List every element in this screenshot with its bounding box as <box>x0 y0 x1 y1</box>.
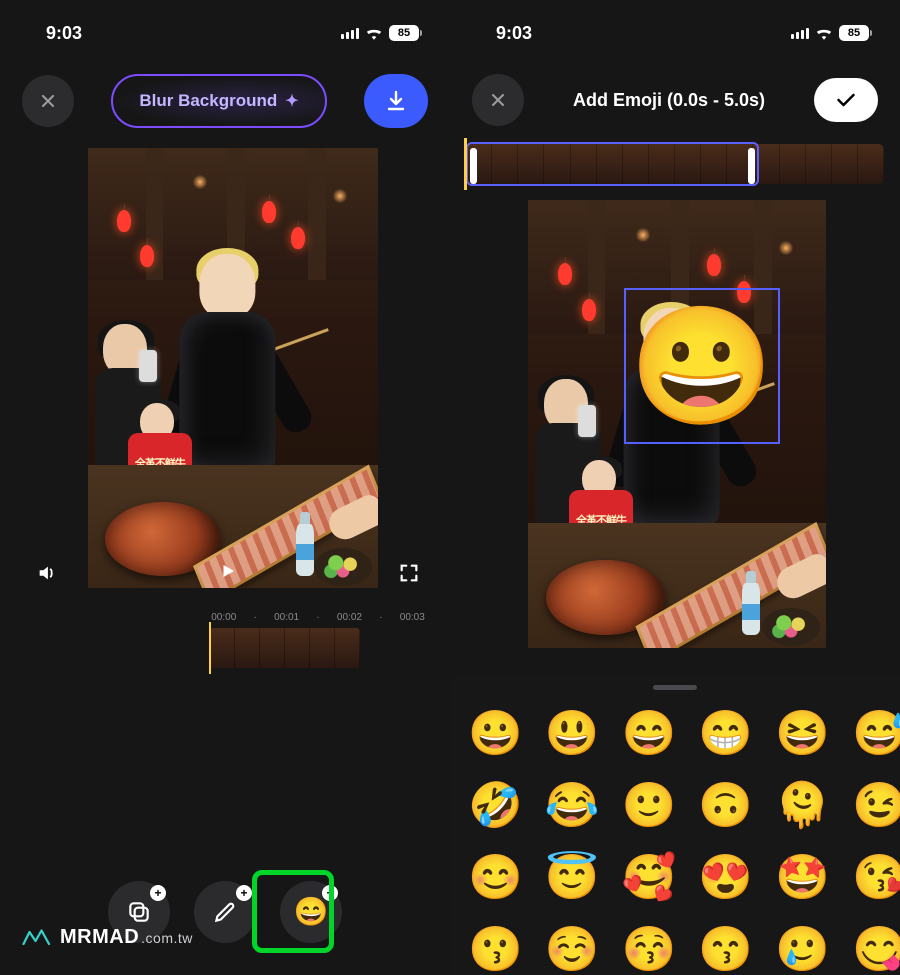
battery-level: 85 <box>839 25 869 41</box>
emoji-grid: 😀 😃 😄 😁 😆 😅 🤣 😂 🙂 🙃 🫠 😉 😊 😇 🥰 😍 🤩 😘 😗 ☺️ 😚 😙 🥲 😋 <box>450 698 900 975</box>
emoji-option[interactable]: 😂 <box>545 780 600 832</box>
emoji-option[interactable]: 😆 <box>775 708 830 760</box>
watermark-sub: .com.tw <box>141 930 193 946</box>
emoji-option[interactable]: 🤣 <box>468 780 523 832</box>
emoji-option[interactable]: 🙃 <box>698 780 753 832</box>
watermark: MRMAD .com.tw <box>22 926 193 949</box>
emoji-option[interactable]: 😊 <box>468 852 523 904</box>
emoji-option[interactable]: 😅 <box>852 708 900 760</box>
status-bar: 9:03 85 <box>450 0 900 56</box>
wifi-icon <box>815 26 833 40</box>
emoji-option[interactable]: 😍 <box>698 852 753 904</box>
screen-add-emoji: 9:03 85 Add Emoji (0.0s - 5.0s) <box>450 0 900 975</box>
screen-editor: 9:03 85 Blur Background ✦ <box>0 0 450 975</box>
emoji-option[interactable]: 🥲 <box>775 924 830 975</box>
fullscreen-button[interactable] <box>394 558 424 588</box>
video-preview[interactable]: 全革不鲜牛 😀 <box>528 200 826 648</box>
play-button[interactable] <box>219 562 237 585</box>
blur-background-button[interactable]: Blur Background ✦ <box>111 74 326 128</box>
blur-background-label: Blur Background <box>139 91 277 111</box>
battery-level: 85 <box>389 25 419 41</box>
emoji-option[interactable]: 🤩 <box>775 852 830 904</box>
cellular-icon <box>791 27 809 39</box>
emoji-option[interactable]: 😙 <box>698 924 753 975</box>
watermark-logo-icon <box>22 927 52 949</box>
confirm-button[interactable] <box>814 78 878 122</box>
cellular-icon <box>341 27 359 39</box>
time-mark: 00:03 <box>389 612 437 623</box>
wifi-icon <box>365 26 383 40</box>
screen-title: Add Emoji (0.0s - 5.0s) <box>573 90 765 111</box>
sheet-handle[interactable] <box>653 685 697 690</box>
playhead[interactable] <box>209 622 211 674</box>
timeline[interactable]: 00:00· 00:01· 00:02· 00:03 <box>0 612 450 682</box>
emoji-option[interactable]: 😁 <box>698 708 753 760</box>
top-toolbar: Blur Background ✦ <box>0 56 450 148</box>
clip-thumbnails[interactable] <box>210 628 360 668</box>
emoji-option[interactable]: 😄 <box>622 708 677 760</box>
emoji-option[interactable]: 😀 <box>468 708 523 760</box>
selection-range[interactable] <box>466 142 759 186</box>
volume-button[interactable] <box>32 558 62 588</box>
trim-handle-left[interactable] <box>470 148 477 184</box>
sparkle-icon: ✦ <box>285 91 298 111</box>
emoji-option[interactable]: ☺️ <box>545 924 600 975</box>
player-controls <box>32 558 424 588</box>
emoji-overlay[interactable]: 😀 <box>624 288 780 444</box>
time-mark: 00:02 <box>326 612 374 623</box>
status-right: 85 <box>791 25 872 41</box>
close-button[interactable] <box>472 74 524 126</box>
emoji-option[interactable]: 😚 <box>622 924 677 975</box>
playhead[interactable] <box>464 138 467 190</box>
status-time: 9:03 <box>46 23 82 44</box>
status-bar: 9:03 85 <box>0 0 450 56</box>
emoji-option[interactable]: 🫠 <box>775 780 830 832</box>
emoji-option[interactable]: 😇 <box>545 852 600 904</box>
status-right: 85 <box>341 25 422 41</box>
emoji-option[interactable]: 😗 <box>468 924 523 975</box>
emoji-option[interactable]: 😃 <box>545 708 600 760</box>
close-button[interactable] <box>22 75 74 127</box>
add-draw-button[interactable]: + <box>194 881 256 943</box>
overlay-emoji: 😀 <box>630 308 774 424</box>
plus-badge-icon: + <box>236 885 252 901</box>
time-mark: 00:01 <box>263 612 311 623</box>
watermark-main: MRMAD <box>60 926 139 949</box>
video-preview[interactable]: 全革不鲜牛 <box>88 148 378 588</box>
time-mark: 00:00 <box>200 612 248 623</box>
battery-icon: 85 <box>389 25 422 41</box>
trim-handle-right[interactable] <box>748 148 755 184</box>
emoji-option[interactable]: 😋 <box>852 924 900 975</box>
emoji-option[interactable]: 😉 <box>852 780 900 832</box>
trim-timeline[interactable] <box>466 142 884 190</box>
plus-badge-icon: + <box>150 885 166 901</box>
emoji-option[interactable]: 😘 <box>852 852 900 904</box>
tutorial-highlight <box>252 870 334 953</box>
battery-icon: 85 <box>839 25 872 41</box>
emoji-option[interactable]: 🙂 <box>622 780 677 832</box>
status-time: 9:03 <box>496 23 532 44</box>
emoji-picker-sheet: 😀 😃 😄 😁 😆 😅 🤣 😂 🙂 🙃 🫠 😉 😊 😇 🥰 😍 🤩 😘 😗 ☺️ 😚 😙 🥲 😋 <box>450 675 900 975</box>
emoji-option[interactable]: 🥰 <box>622 852 677 904</box>
top-toolbar: Add Emoji (0.0s - 5.0s) <box>450 56 900 142</box>
download-button[interactable] <box>364 74 428 128</box>
